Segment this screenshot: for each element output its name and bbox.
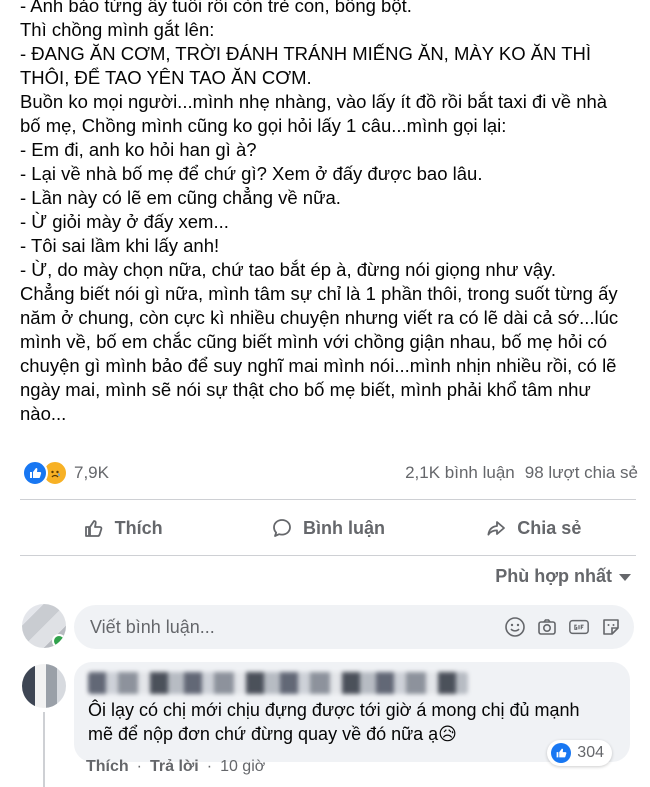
thumbs-up-icon [84, 520, 103, 537]
reaction-count[interactable]: 7,9K [74, 463, 109, 483]
comment-reactions[interactable]: 304 [547, 740, 612, 766]
separator: · [206, 758, 213, 775]
comment-label: Bình luận [302, 517, 385, 538]
post-paragraph: Chẳng biết nói gì nữa, mình tâm sự chỉ l… [20, 283, 619, 424]
thread-line [43, 712, 45, 787]
comment-timestamp[interactable]: 10 giờ [220, 758, 265, 776]
comment-bubble: Ôi lạy có chị mới chịu đựng được tới giờ… [74, 662, 630, 766]
post-line: - ĐANG ĂN CƠM, TRỜI ĐÁNH TRÁNH MIẾNG ĂN,… [20, 43, 592, 64]
comment-reaction-count: 304 [577, 744, 604, 761]
sort-label: Phù hợp nhất [495, 566, 612, 586]
commenter-avatar[interactable] [22, 664, 66, 708]
share-label: Chia sẻ [517, 517, 582, 538]
comment-reply-link[interactable]: Trả lời [150, 758, 199, 776]
post-line: Thì chồng mình gắt lên: [20, 19, 215, 40]
comment-actions: Thích · Trả lời · 10 giờ [86, 758, 265, 776]
post-stats: 7,9K 2,1K bình luận 98 lượt chia sẻ [22, 460, 638, 486]
like-button[interactable]: Thích [20, 517, 225, 539]
post-line: - Lần này có lẽ em cũng chẳng về nữa. [20, 187, 341, 208]
sticker-icon[interactable] [600, 616, 622, 638]
caret-down-icon [619, 573, 631, 581]
emoji-icon[interactable] [504, 616, 526, 638]
comment-like-link[interactable]: Thích [86, 758, 129, 776]
post-line: - Ừ giỏi mày ở đấy xem... [20, 211, 229, 232]
like-reaction-icon [551, 743, 572, 763]
comment-count[interactable]: 2,1K bình luận [405, 463, 515, 483]
camera-icon[interactable] [536, 616, 558, 638]
commenter-name-blurred[interactable] [88, 672, 468, 694]
post-line: - Lại về nhà bố mẹ để chứ gì? Xem ở đấy … [20, 163, 483, 184]
comment-composer[interactable] [74, 605, 634, 649]
post-line: bố mẹ, Chồng mình cũng ko gọi hỏi lấy 1 … [20, 115, 507, 136]
post-line: - Em đi, anh ko hỏi han gì à? [20, 139, 257, 160]
share-count[interactable]: 98 lượt chia sẻ [525, 463, 638, 483]
share-arrow-icon [487, 521, 506, 536]
like-label: Thích [114, 517, 163, 538]
comment-button[interactable]: Bình luận [225, 517, 430, 539]
user-avatar[interactable] [22, 604, 66, 648]
separator: · [136, 758, 142, 775]
post-line: THÔI, ĐỂ TAO YÊN TAO ĂN CƠM. [20, 67, 312, 88]
divider [20, 499, 636, 500]
comment-input[interactable] [88, 615, 472, 639]
gif-icon[interactable] [568, 616, 590, 638]
post-actions: Thích Bình luận Chia sẻ [20, 506, 636, 550]
post-body: - Anh bảo từng ấy tuổi rồi còn trẻ con, … [20, 0, 636, 426]
divider [20, 555, 636, 556]
post-line: - Anh bảo từng ấy tuổi rồi còn trẻ con, … [20, 0, 412, 16]
reactions-summary[interactable]: 7,9K [22, 460, 109, 486]
comment-text: Ôi lạy có chị mới chịu đựng được tới giờ… [88, 700, 580, 744]
like-reaction-icon [22, 460, 48, 486]
share-button[interactable]: Chia sẻ [431, 517, 636, 539]
post-line: - Tôi sai lầm khi lấy anh! [20, 235, 220, 256]
post-line: - Ừ, do mày chọn nữa, chứ tao bắt ép à, … [20, 259, 557, 280]
post-line: Buồn ko mọi người...mình nhẹ nhàng, vào … [20, 91, 608, 112]
sort-dropdown[interactable]: Phù hợp nhất [495, 566, 632, 587]
online-indicator [52, 634, 66, 648]
comment-icon [273, 519, 291, 537]
